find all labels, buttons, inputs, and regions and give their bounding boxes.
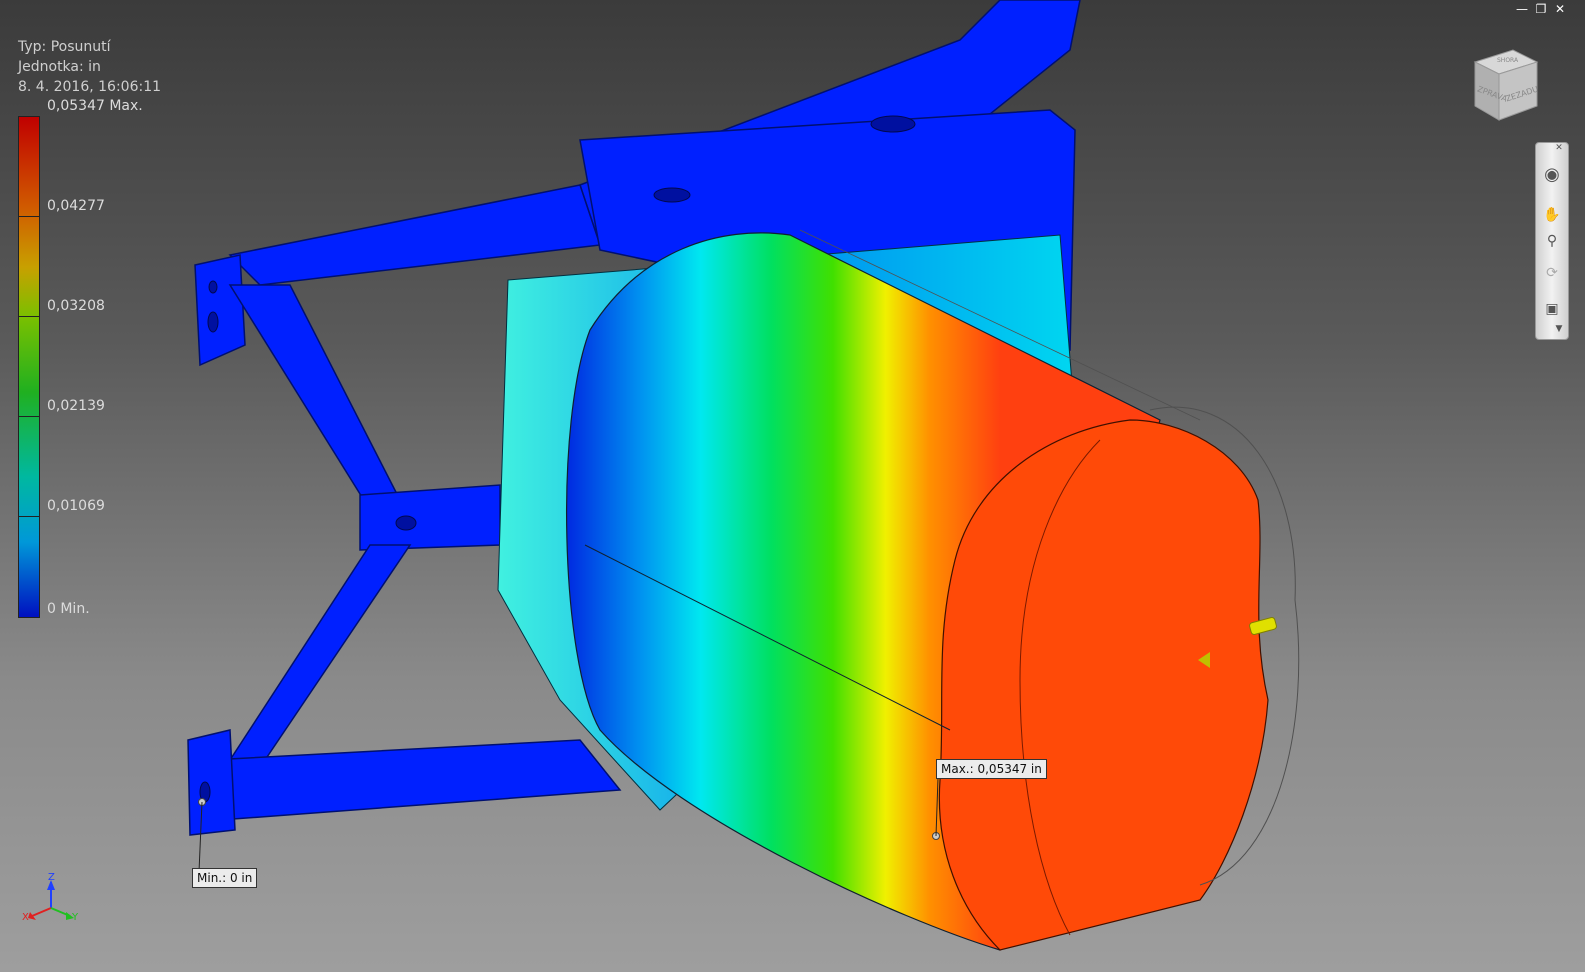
pan-icon[interactable]: ✋: [1542, 205, 1562, 225]
legend-max-label: 0,05347 Max.: [47, 98, 143, 114]
cylinder-end-cap: [938, 419, 1269, 951]
close-icon[interactable]: ✕: [1552, 2, 1568, 16]
viewcube-face-label: SHORA: [1497, 57, 1519, 64]
legend-value-label: 0,01069: [47, 498, 105, 514]
legend-tick: [18, 516, 40, 517]
datetime-label: 8. 4. 2016, 16:06:11: [18, 79, 162, 95]
steering-wheel-icon[interactable]: ◉: [1542, 165, 1562, 185]
model-viewport[interactable]: [0, 0, 1585, 972]
result-type-label: Typ: Posunutí: [18, 39, 111, 55]
minimize-icon[interactable]: —: [1514, 2, 1530, 16]
legend-tick: [18, 416, 40, 417]
close-icon[interactable]: ✕: [1554, 143, 1564, 153]
navigation-bar: ✕ ◉ ✋ ⚲ ⟳ ▣ ▼: [1535, 142, 1569, 340]
color-legend-bar: [18, 116, 40, 618]
legend-value-label: 0,02139: [47, 398, 105, 414]
axis-label-y: Y: [72, 912, 79, 923]
orbit-icon[interactable]: ⟳: [1542, 263, 1562, 283]
legend-tick: [18, 216, 40, 217]
look-at-icon[interactable]: ▣: [1542, 299, 1562, 319]
axis-label-z: Z: [48, 872, 55, 883]
zoom-icon[interactable]: ⚲: [1542, 231, 1562, 251]
unit-label: Jednotka: in: [18, 59, 101, 75]
chevron-down-icon[interactable]: ▼: [1554, 319, 1564, 339]
max-callout[interactable]: Max.: 0,05347 in: [936, 759, 1047, 779]
axis-label-x: X: [22, 912, 29, 923]
legend-tick: [18, 316, 40, 317]
min-callout[interactable]: Min.: 0 in: [192, 868, 258, 888]
legend-value-label: 0,03208: [47, 298, 105, 314]
restore-icon[interactable]: ❐: [1533, 2, 1549, 16]
legend-value-label: 0,04277: [47, 198, 105, 214]
legend-min-label: 0 Min.: [47, 601, 90, 617]
viewcube[interactable]: ZPRAVA ZEZADU SHORA: [1465, 44, 1545, 124]
